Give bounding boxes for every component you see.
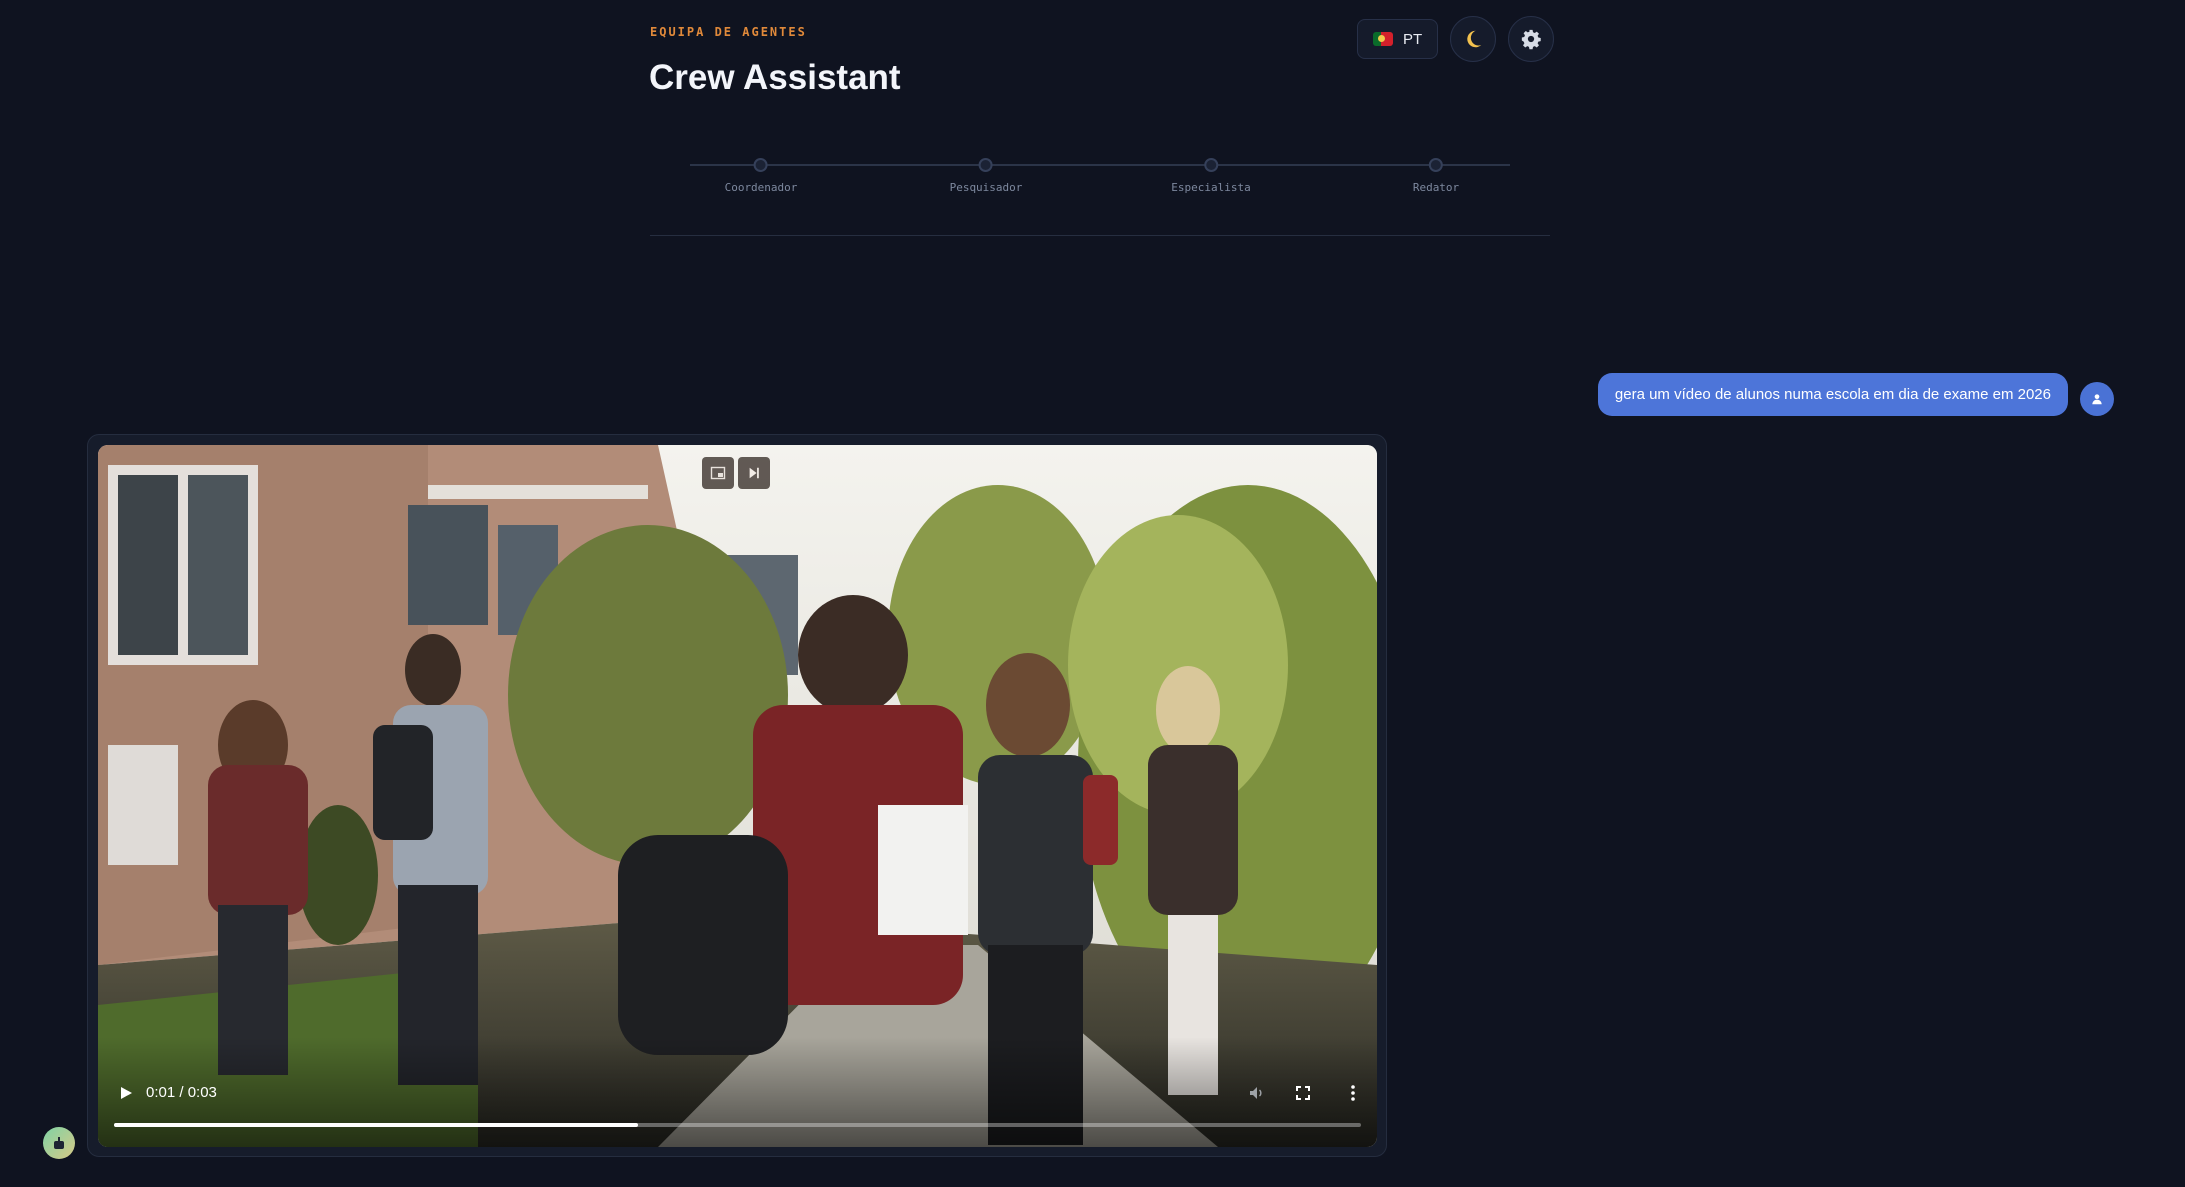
step-coordenador: Coordenador	[724, 158, 798, 194]
more-vertical-icon	[1351, 1085, 1355, 1101]
video-time-display: 0:01 / 0:03	[146, 1084, 217, 1101]
video-controls: 0:01 / 0:03	[98, 1037, 1377, 1147]
step-especialista: Especialista	[1171, 158, 1251, 194]
portugal-flag-icon	[1373, 32, 1393, 46]
step-label: Coordenador	[724, 181, 798, 194]
skip-forward-button[interactable]	[738, 457, 770, 489]
video-hover-tools	[702, 457, 770, 489]
language-label: PT	[1403, 30, 1423, 48]
gear-icon	[1522, 29, 1541, 50]
video-player[interactable]: 0:01 / 0:03	[98, 445, 1377, 1147]
top-controls: PT	[1357, 16, 1555, 62]
more-options-button[interactable]	[1341, 1081, 1365, 1105]
assistant-avatar	[43, 1127, 75, 1159]
video-progress-bar[interactable]	[114, 1123, 1361, 1127]
step-dot	[1428, 158, 1443, 172]
header-divider	[650, 235, 1550, 236]
stepper-line	[690, 164, 1510, 166]
play-icon	[121, 1087, 132, 1099]
step-dot	[753, 158, 768, 172]
picture-in-picture-button[interactable]	[702, 457, 734, 489]
robot-icon	[54, 1137, 64, 1149]
step-pesquisador: Pesquisador	[949, 158, 1023, 194]
video-progress-fill	[114, 1123, 638, 1127]
step-redator: Redator	[1413, 158, 1459, 194]
moon-icon	[1467, 30, 1482, 48]
play-button[interactable]	[114, 1081, 138, 1105]
step-label: Redator	[1412, 181, 1460, 194]
volume-icon	[1250, 1087, 1262, 1099]
user-message: gera um vídeo de alunos numa escola em d…	[1597, 373, 2114, 416]
fullscreen-icon	[1296, 1086, 1310, 1100]
skip-forward-icon	[749, 467, 759, 479]
step-label: Especialista	[1171, 181, 1251, 194]
user-message-bubble: gera um vídeo de alunos numa escola em d…	[1597, 373, 2068, 416]
step-label: Pesquisador	[949, 181, 1023, 194]
step-dot	[978, 158, 993, 172]
agent-stepper: Coordenador Pesquisador Especialista Red…	[690, 158, 1510, 198]
mute-button[interactable]	[1245, 1081, 1269, 1105]
picture-in-picture-icon	[710, 466, 726, 480]
language-selector[interactable]: PT	[1357, 19, 1439, 59]
user-avatar	[2080, 381, 2114, 416]
step-dot	[1203, 158, 1218, 172]
user-icon	[2092, 393, 2102, 404]
eyebrow-label: EQUIPA DE AGENTES	[650, 25, 807, 39]
page-title: Crew Assistant	[649, 58, 901, 97]
fullscreen-button[interactable]	[1291, 1081, 1315, 1105]
theme-toggle-button[interactable]	[1450, 16, 1497, 62]
settings-button[interactable]	[1508, 16, 1555, 62]
video-message-card: 0:01 / 0:03	[87, 434, 1387, 1157]
